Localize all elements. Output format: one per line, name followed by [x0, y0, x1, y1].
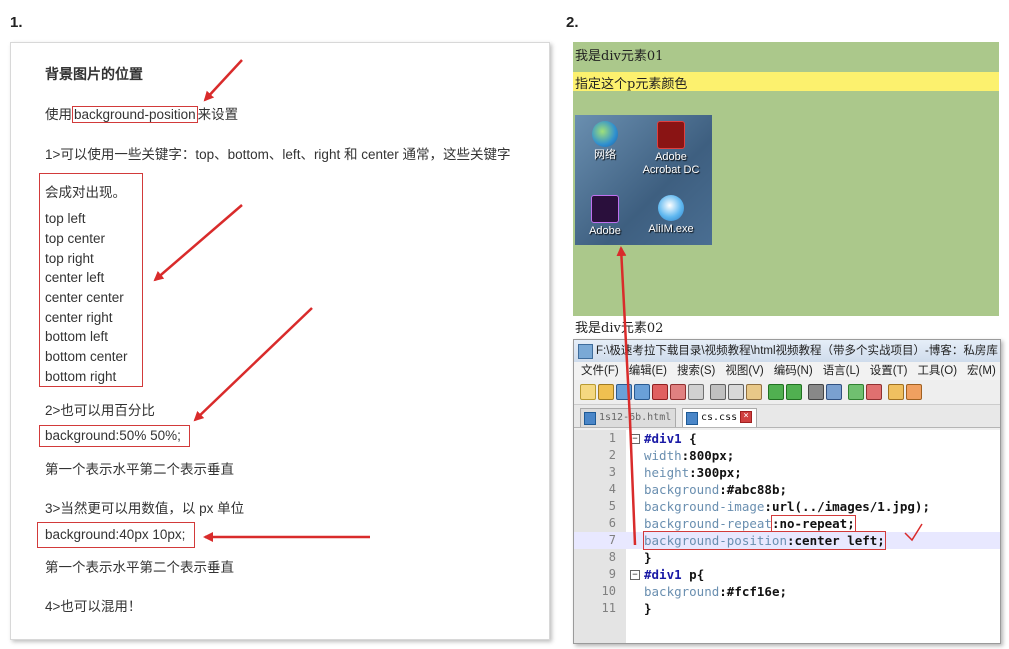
check-mark — [904, 523, 923, 542]
arrow-3 — [193, 307, 313, 422]
arrow-5 — [616, 246, 637, 546]
annotation-arrows — [153, 59, 923, 546]
arrow-2 — [153, 204, 243, 282]
arrow-1 — [203, 59, 243, 102]
